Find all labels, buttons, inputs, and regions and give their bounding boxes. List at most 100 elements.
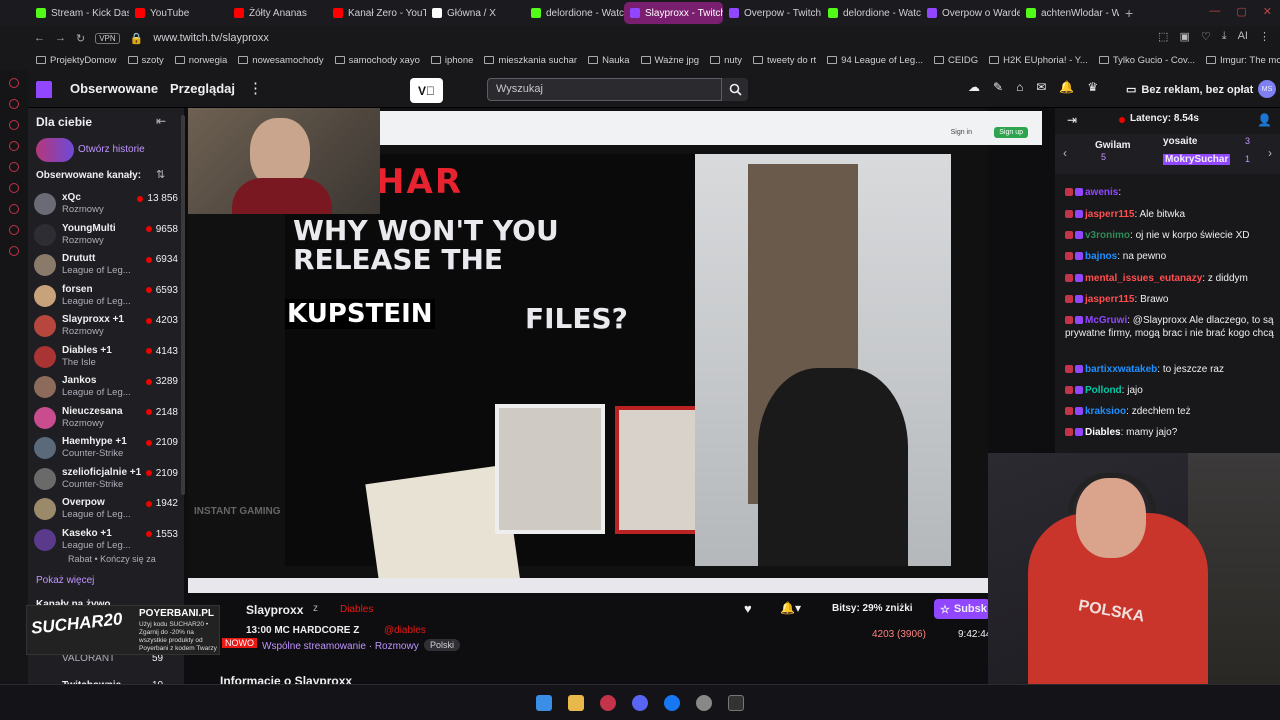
ext-tools-icon[interactable]: ✎ bbox=[993, 80, 1003, 94]
browser-tab[interactable]: Kanał Zero - YouTu bbox=[327, 2, 426, 24]
sidebar-x-icon[interactable] bbox=[9, 183, 19, 193]
sidebar-channel[interactable]: Diables +1 The Isle 4143 bbox=[34, 343, 178, 373]
bookmark-item[interactable]: szoty bbox=[127, 55, 164, 66]
bookmark-item[interactable]: Imgur: The most a... bbox=[1206, 55, 1280, 66]
opera-icon[interactable] bbox=[600, 694, 616, 711]
url-field[interactable]: www.twitch.tv/slayproxx bbox=[153, 32, 269, 44]
ai-button[interactable]: AI bbox=[1238, 30, 1248, 43]
sidebar-bulb-icon[interactable] bbox=[9, 225, 19, 235]
sidebar-channel[interactable]: Nieuczesana Rozmowy 2148 bbox=[34, 404, 178, 434]
prev-icon[interactable]: ‹ bbox=[1063, 146, 1067, 160]
bookmark-item[interactable]: tweety do rt bbox=[753, 55, 816, 66]
sidebar-history-icon[interactable] bbox=[9, 99, 19, 109]
nav-following[interactable]: Obserwowane bbox=[70, 81, 158, 96]
browser-tab[interactable]: Slayproxx - Twitch bbox=[624, 2, 723, 24]
video-player[interactable]: Sign in Sign up SUCHAR WHY WON'T YOU REL… bbox=[188, 108, 1042, 604]
discord-icon[interactable] bbox=[632, 694, 648, 711]
sort-icon[interactable]: ⇅ bbox=[156, 168, 165, 181]
download-icon[interactable]: ⤓ bbox=[1222, 30, 1227, 43]
user-avatar[interactable]: MS bbox=[1258, 80, 1276, 98]
ad-free-button[interactable]: ▭ Bez reklam, bez opłat bbox=[1126, 78, 1253, 101]
sidebar-messenger-icon[interactable] bbox=[9, 141, 19, 151]
bookmark-item[interactable]: Tylko Gucio - Cov... bbox=[1098, 55, 1195, 66]
collapse-icon[interactable]: ⇤ bbox=[156, 114, 166, 128]
sidebar-home-icon[interactable] bbox=[9, 78, 19, 88]
browser-tab[interactable]: achtenWlodar - Wa bbox=[1020, 2, 1119, 24]
stream-title-mention[interactable]: @diables bbox=[384, 625, 426, 636]
new-tab-icon[interactable]: + bbox=[1125, 5, 1133, 21]
sidebar-twitch-icon[interactable] bbox=[9, 162, 19, 172]
open-stories-link[interactable]: Otwórz historie bbox=[78, 144, 145, 155]
sidebar-channel[interactable]: YoungMulti Rozmowy 9658 bbox=[34, 221, 178, 251]
bookmark-item[interactable]: norwegia bbox=[174, 55, 227, 66]
inbox-icon[interactable]: ⌂ bbox=[1016, 80, 1023, 94]
bookmark-item[interactable]: samochody xayo bbox=[334, 55, 420, 66]
subscribe-button[interactable]: ☆ Subsk bbox=[934, 599, 990, 619]
screenshot-icon[interactable]: ⬚ bbox=[1158, 30, 1168, 43]
collapse-chat-icon[interactable]: ⇥ bbox=[1067, 113, 1077, 127]
search-button[interactable] bbox=[722, 78, 748, 101]
bookmark-item[interactable]: mieszkania suchar bbox=[484, 55, 577, 66]
show-more-link[interactable]: Pokaż więcej bbox=[36, 575, 94, 586]
next-icon[interactable]: › bbox=[1268, 146, 1272, 160]
menu-icon[interactable]: ⋮ bbox=[1259, 30, 1270, 43]
more-vertical-icon[interactable]: ⋮ bbox=[248, 79, 263, 97]
sidebar-clock-icon[interactable] bbox=[9, 204, 19, 214]
chat-username[interactable]: bartixxwatakeb bbox=[1085, 364, 1157, 375]
browser-tab[interactable]: Żółty Ananas bbox=[228, 2, 327, 24]
sidebar-channel[interactable]: xQc Rozmowy 13 856 bbox=[34, 190, 178, 220]
chat-username[interactable]: jasperr115 bbox=[1085, 209, 1135, 220]
ext-cloud-icon[interactable]: ☁ bbox=[968, 80, 980, 94]
sidebar-channel[interactable]: Slayproxx +1 Rozmowy 4203 bbox=[34, 312, 178, 342]
extensions-icon[interactable]: ▣ bbox=[1179, 30, 1189, 43]
facebook-icon[interactable] bbox=[664, 694, 680, 711]
bookmark-item[interactable]: CEIDG bbox=[934, 55, 978, 66]
sidebar-scrollbar[interactable] bbox=[181, 115, 185, 495]
chat-username[interactable]: Diables bbox=[1085, 427, 1121, 438]
browser-tab[interactable]: delordione - Watch bbox=[525, 2, 624, 24]
chat-username[interactable]: kraksioo bbox=[1085, 406, 1126, 417]
search-input[interactable]: Wyszukaj bbox=[487, 78, 722, 101]
chat-username[interactable]: awenis bbox=[1085, 187, 1118, 198]
bookmark-item[interactable]: nowesamochody bbox=[238, 55, 324, 66]
sidebar-channel[interactable]: szelioficjalnie +1 Counter-Strike 2109 bbox=[34, 465, 178, 495]
sidebar-channel[interactable]: Kaseko +1 League of Leg... 1553 bbox=[34, 526, 178, 556]
follow-heart-icon[interactable]: ♥ bbox=[744, 601, 766, 621]
browser-tab[interactable]: Overpow - Twitch bbox=[723, 2, 822, 24]
sidebar-channel[interactable]: forsen League of Leg... 6593 bbox=[34, 282, 178, 312]
mail-icon[interactable]: ✉ bbox=[1036, 80, 1046, 94]
chat-username[interactable]: Pollond bbox=[1085, 385, 1122, 396]
bookmark-item[interactable]: nuty bbox=[710, 55, 742, 66]
notifications-icon[interactable]: 🔔 bbox=[1059, 80, 1074, 94]
reload-icon[interactable]: ↻ bbox=[76, 32, 85, 45]
sidebar-channel[interactable]: Jankos League of Leg... 3289 bbox=[34, 373, 178, 403]
sidebar-channel[interactable]: Drututt League of Leg... 6934 bbox=[34, 251, 178, 281]
restore-icon[interactable]: ▢ bbox=[1236, 5, 1246, 18]
bookmark-item[interactable]: iphone bbox=[430, 55, 473, 66]
language-tag[interactable]: Polski bbox=[424, 639, 461, 651]
chat-username[interactable]: bajnos bbox=[1085, 251, 1117, 262]
nav-browse[interactable]: Przeglądaj bbox=[170, 81, 235, 96]
bits-discount[interactable]: Bitsy: 29% zniżki bbox=[832, 603, 913, 614]
streamer-name[interactable]: Slayproxx bbox=[246, 603, 303, 617]
twitch-logo-icon[interactable] bbox=[36, 81, 52, 98]
browser-tab[interactable]: Stream - Kick Dash bbox=[30, 2, 129, 24]
start-icon[interactable] bbox=[536, 694, 552, 711]
sidebar-settings-icon[interactable] bbox=[9, 246, 19, 256]
settings-icon[interactable] bbox=[696, 694, 712, 711]
close-icon[interactable]: ✕ bbox=[1263, 5, 1272, 18]
lock-icon[interactable]: 🔒 bbox=[130, 32, 144, 45]
chat-username[interactable]: jasperr115 bbox=[1085, 294, 1135, 305]
folder-icon[interactable] bbox=[568, 694, 584, 711]
extension-logo-icon[interactable]: V⃞ bbox=[410, 78, 443, 103]
chat-username[interactable]: McGruwi bbox=[1085, 315, 1127, 326]
chat-users-icon[interactable]: 👤 bbox=[1257, 113, 1272, 127]
bookmark-item[interactable]: Ważne jpg bbox=[640, 55, 699, 66]
back-icon[interactable]: ← bbox=[34, 32, 45, 44]
browser-tab[interactable]: delordione - Watch bbox=[822, 2, 921, 24]
sidebar-channel[interactable]: Haemhype +1 Counter-Strike 2109 bbox=[34, 434, 178, 464]
collab-name[interactable]: Diables bbox=[340, 604, 373, 615]
bookmark-icon[interactable]: ♡ bbox=[1201, 30, 1211, 43]
terminal-icon[interactable] bbox=[728, 694, 744, 711]
chat-username[interactable]: mental_issues_eutanazy bbox=[1085, 273, 1202, 284]
